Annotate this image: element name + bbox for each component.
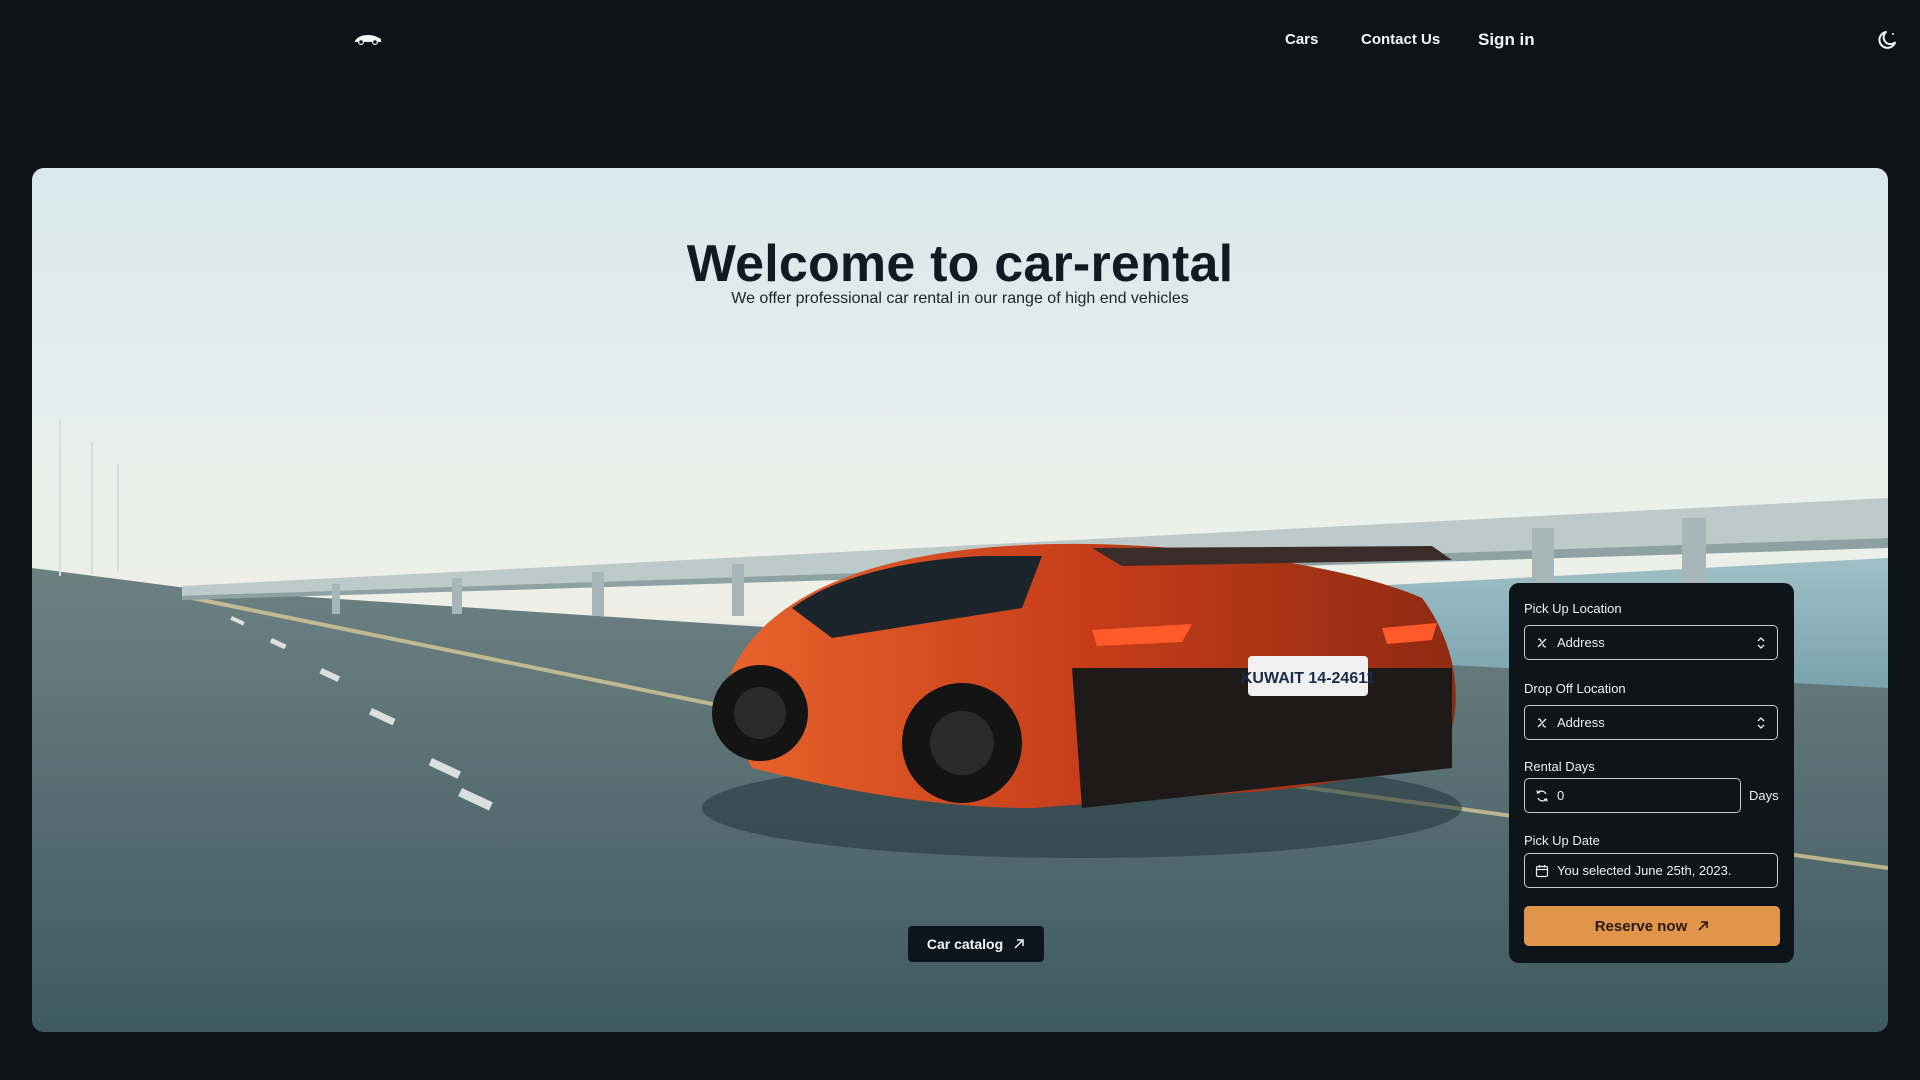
car-icon[interactable] [354,30,382,46]
sign-in-link[interactable]: Sign in [1478,30,1535,50]
refresh-icon [1536,789,1548,802]
chevron-up-down-icon [1757,717,1765,729]
pickup-date-value: You selected June 25th, 2023. [1557,863,1732,878]
pickup-location-select[interactable]: Address [1524,625,1778,660]
arrow-up-right-icon [1014,939,1024,949]
dropoff-location-value: Address [1557,715,1605,730]
svg-text:KUWAIT 14-24611: KUWAIT 14-24611 [1241,670,1375,687]
dropoff-location-select[interactable]: Address [1524,705,1778,740]
map-pin-icon [1537,717,1547,728]
nav-link-cars[interactable]: Cars [1285,31,1318,48]
top-nav: Cars Contact Us Sign in [0,0,1920,86]
reserve-now-button[interactable]: Reserve now [1524,906,1780,946]
dropoff-location-label: Drop Off Location [1524,681,1626,696]
car-catalog-button[interactable]: Car catalog [908,926,1044,962]
car-catalog-label: Car catalog [926,936,1004,952]
rental-days-label: Rental Days [1524,759,1595,774]
pickup-location-value: Address [1557,635,1605,650]
chevron-up-down-icon [1757,637,1765,649]
moon-icon[interactable] [1876,28,1900,52]
pickup-date-label: Pick Up Date [1524,833,1600,848]
nav-link-contact-us[interactable]: Contact Us [1361,31,1440,48]
arrow-up-right-icon [1698,921,1709,931]
pickup-location-label: Pick Up Location [1524,601,1622,616]
rental-days-input[interactable]: 0 [1524,778,1741,813]
rental-days-value: 0 [1557,788,1565,803]
map-pin-icon [1537,637,1547,648]
hero-subtitle: We offer professional car rental in our … [731,290,1189,307]
pickup-date-picker[interactable]: You selected June 25th, 2023. [1524,853,1778,888]
hero-banner: KUWAIT 14-24611 Welcome to car-rental We… [32,168,1888,1032]
reservation-panel: Pick Up Location Address Drop Off Locati… [1509,583,1794,963]
hero-title: Welcome to car-rental [686,235,1234,293]
reserve-now-label: Reserve now [1594,917,1688,935]
calendar-icon [1535,864,1549,877]
rental-days-suffix: Days [1749,788,1779,803]
